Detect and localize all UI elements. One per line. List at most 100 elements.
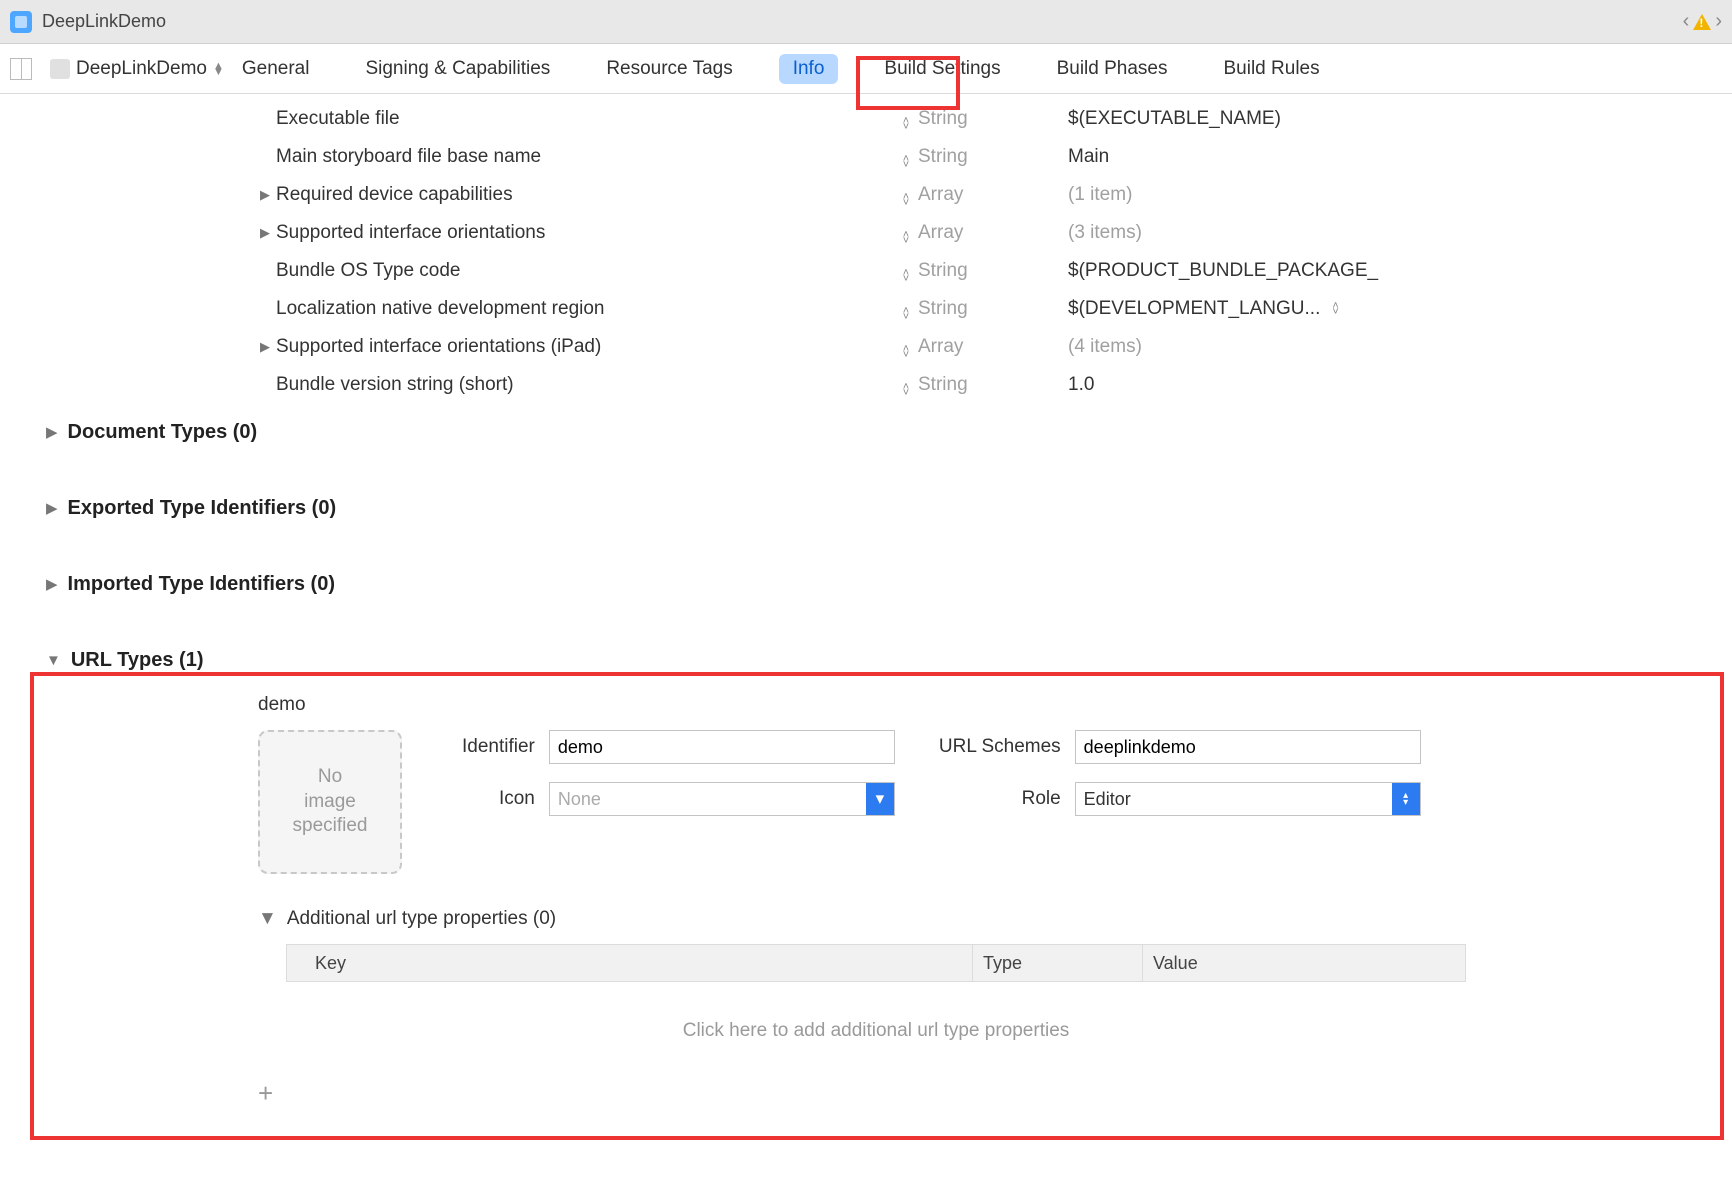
- value-stepper-icon[interactable]: ˄˅: [1332, 303, 1338, 315]
- plist-row[interactable]: Bundle version string (short)˄˅String1.0: [0, 366, 1732, 404]
- disclosure-triangle-icon: ▼: [46, 652, 61, 669]
- disclosure-triangle-icon: ▶: [258, 187, 272, 203]
- tab-build-settings[interactable]: Build Settings: [874, 52, 1010, 86]
- add-url-type-button[interactable]: +: [0, 1078, 1732, 1109]
- section-exported-types[interactable]: ▶ Exported Type Identifiers (0): [0, 480, 1732, 536]
- plist-row[interactable]: ▶Supported interface orientations (iPad)…: [0, 328, 1732, 366]
- identifier-label: Identifier: [462, 736, 535, 758]
- plist-type: String: [918, 374, 1068, 396]
- plist-value: $(DEVELOPMENT_LANGU...˄˅: [1068, 298, 1339, 320]
- role-label: Role: [939, 788, 1061, 810]
- editor-tabbar: DeepLinkDemo ▲▼ General Signing & Capabi…: [0, 44, 1732, 94]
- url-type-name: demo: [258, 694, 1732, 716]
- disclosure-triangle-icon: ▶: [258, 225, 272, 241]
- tab-info[interactable]: Info: [779, 54, 839, 84]
- plist-value: (4 items): [1068, 336, 1142, 358]
- disclosure-triangle-icon: ▶: [258, 339, 272, 355]
- plist-row[interactable]: Localization native development region˄˅…: [0, 290, 1732, 328]
- section-title: URL Types (1): [71, 649, 204, 672]
- section-imported-types[interactable]: ▶ Imported Type Identifiers (0): [0, 556, 1732, 612]
- info-content: Executable file˄˅String$(EXECUTABLE_NAME…: [0, 94, 1732, 1109]
- panel-toggle-icon[interactable]: [10, 58, 32, 80]
- plist-key: Executable file: [258, 108, 894, 130]
- url-schemes-input[interactable]: [1075, 730, 1421, 764]
- plist-row[interactable]: ▶Required device capabilities˄˅Array(1 i…: [0, 176, 1732, 214]
- role-combo-value: Editor: [1076, 789, 1392, 810]
- stepper-icon[interactable]: ˄˅: [894, 185, 918, 206]
- section-title: Document Types (0): [68, 421, 258, 444]
- role-combo[interactable]: Editor ▴▾: [1075, 782, 1421, 816]
- additional-properties-table-header: Key Type Value: [286, 944, 1466, 982]
- plist-type: String: [918, 298, 1068, 320]
- icon-combo-value: None: [550, 789, 866, 810]
- icon-label: Icon: [462, 788, 535, 810]
- plist-type: String: [918, 108, 1068, 130]
- disclosure-triangle-icon: ▶: [46, 423, 58, 441]
- plist-value: (1 item): [1068, 184, 1132, 206]
- section-url-types[interactable]: ▼ URL Types (1): [0, 632, 1732, 688]
- tab-build-rules[interactable]: Build Rules: [1214, 52, 1330, 86]
- url-type-editor: demo No image specified Identifier Icon …: [0, 688, 1732, 1052]
- warning-icon[interactable]: [1693, 14, 1711, 30]
- target-name: DeepLinkDemo: [76, 58, 207, 80]
- additional-properties-label: Additional url type properties (0): [287, 908, 556, 930]
- plist-row[interactable]: Bundle OS Type code˄˅String$(PRODUCT_BUN…: [0, 252, 1732, 290]
- target-popup[interactable]: DeepLinkDemo ▲▼: [50, 58, 224, 80]
- stepper-icon[interactable]: ˄˅: [894, 375, 918, 396]
- plist-type: String: [918, 146, 1068, 168]
- project-icon: [10, 11, 32, 33]
- no-image-label: No image specified: [293, 765, 368, 839]
- plist-row[interactable]: Main storyboard file base name˄˅StringMa…: [0, 138, 1732, 176]
- stepper-icon[interactable]: ˄˅: [894, 223, 918, 244]
- disclosure-triangle-icon: ▶: [46, 575, 58, 593]
- plist-key: ▶Supported interface orientations (iPad): [258, 336, 894, 358]
- tab-general[interactable]: General: [242, 52, 320, 86]
- plist-value: $(PRODUCT_BUNDLE_PACKAGE_: [1068, 260, 1378, 282]
- plist-type: Array: [918, 222, 1068, 244]
- target-caret-icon: ▲▼: [213, 63, 224, 75]
- tab-build-phases[interactable]: Build Phases: [1047, 52, 1178, 86]
- combo-arrow-icon: ▾: [866, 783, 894, 815]
- disclosure-triangle-icon: ▼: [258, 908, 277, 930]
- section-document-types[interactable]: ▶ Document Types (0): [0, 404, 1732, 460]
- tab-signing[interactable]: Signing & Capabilities: [355, 52, 560, 86]
- col-value: Value: [1143, 953, 1465, 974]
- stepper-icon[interactable]: ˄˅: [894, 109, 918, 130]
- disclosure-triangle-icon: ▶: [46, 499, 58, 517]
- section-title: Exported Type Identifiers (0): [68, 497, 337, 520]
- tab-resource-tags[interactable]: Resource Tags: [596, 52, 742, 86]
- combo-stepper-icon: ▴▾: [1392, 783, 1420, 815]
- plist-key: Bundle OS Type code: [258, 260, 894, 282]
- col-key: Key: [287, 945, 973, 981]
- stepper-icon[interactable]: ˄˅: [894, 337, 918, 358]
- stepper-icon[interactable]: ˄˅: [894, 147, 918, 168]
- icon-combo[interactable]: None ▾: [549, 782, 895, 816]
- plist-key: ▶Required device capabilities: [258, 184, 894, 206]
- stepper-icon[interactable]: ˄˅: [894, 299, 918, 320]
- target-icon: [50, 59, 70, 79]
- plist-type: Array: [918, 184, 1068, 206]
- plist-value: (3 items): [1068, 222, 1142, 244]
- nav-forward-icon[interactable]: ›: [1715, 10, 1722, 33]
- project-title: DeepLinkDemo: [42, 11, 166, 32]
- plist-key: ▶Supported interface orientations: [258, 222, 894, 244]
- add-property-hint[interactable]: Click here to add additional url type pr…: [286, 982, 1466, 1052]
- url-schemes-label: URL Schemes: [939, 736, 1061, 758]
- plist-key: Localization native development region: [258, 298, 894, 320]
- identifier-input[interactable]: [549, 730, 895, 764]
- url-type-image-well[interactable]: No image specified: [258, 730, 402, 874]
- nav-back-icon[interactable]: ‹: [1683, 10, 1690, 33]
- plist-key: Main storyboard file base name: [258, 146, 894, 168]
- window-titlebar: DeepLinkDemo ‹ ›: [0, 0, 1732, 44]
- plist-type: String: [918, 260, 1068, 282]
- plist-row[interactable]: Executable file˄˅String$(EXECUTABLE_NAME…: [0, 100, 1732, 138]
- plist-value: Main: [1068, 146, 1109, 168]
- col-type: Type: [973, 945, 1143, 981]
- section-title: Imported Type Identifiers (0): [68, 573, 335, 596]
- plist-value: $(EXECUTABLE_NAME): [1068, 108, 1281, 130]
- additional-properties-header[interactable]: ▼ Additional url type properties (0): [258, 908, 1732, 930]
- plist-row[interactable]: ▶Supported interface orientations˄˅Array…: [0, 214, 1732, 252]
- stepper-icon[interactable]: ˄˅: [894, 261, 918, 282]
- plist-type: Array: [918, 336, 1068, 358]
- plist-value: 1.0: [1068, 374, 1094, 396]
